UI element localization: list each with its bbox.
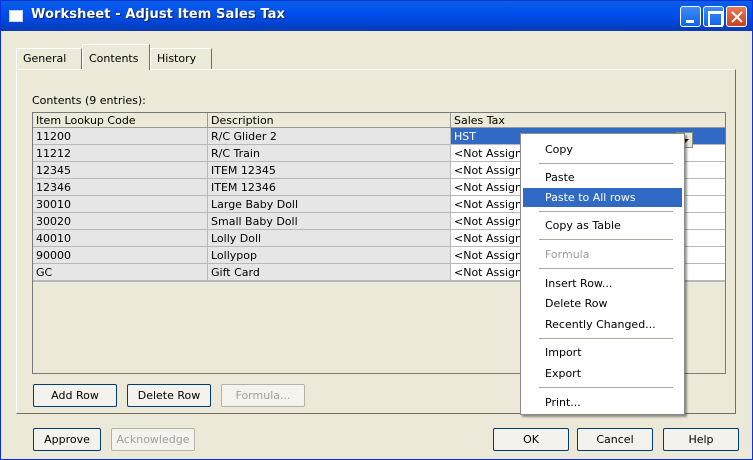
menu-item-paste-to-all-rows[interactable]: Paste to All rows [523, 188, 682, 207]
help-label: Help [688, 433, 714, 446]
minimize-button[interactable] [680, 6, 701, 27]
close-button[interactable] [726, 6, 747, 27]
add-row-button[interactable]: Add Row [33, 384, 117, 407]
menu-item-copy[interactable]: Copy [523, 140, 682, 159]
menu-separator [539, 211, 673, 212]
ok-button[interactable]: OK [493, 428, 569, 451]
menu-item-insert-row[interactable]: Insert Row... [523, 274, 682, 293]
cell-description[interactable]: Large Baby Doll [208, 196, 451, 213]
cell-description[interactable]: Lollypop [208, 247, 451, 264]
tab-contents[interactable]: Contents [82, 44, 150, 70]
menu-item-formula[interactable]: Formula [523, 245, 682, 264]
cell-description[interactable]: Gift Card [208, 264, 451, 281]
tab-general-label: General [23, 52, 67, 65]
cancel-label: Cancel [596, 433, 634, 446]
tab-general[interactable]: General [16, 48, 82, 69]
formula-label: Formula... [235, 389, 291, 402]
context-menu: Copy Paste Paste to All rows Copy as Tab… [520, 133, 685, 415]
ok-label: OK [523, 433, 539, 446]
cell-description[interactable]: Small Baby Doll [208, 213, 451, 230]
tab-contents-label: Contents [89, 52, 139, 65]
cell-description[interactable]: R/C Train [208, 145, 451, 162]
menu-separator [539, 268, 673, 269]
cell-item-code[interactable]: 90000 [33, 247, 208, 264]
cell-description[interactable]: ITEM 12346 [208, 179, 451, 196]
menu-separator [539, 338, 673, 339]
menu-separator [539, 239, 673, 240]
cell-item-code[interactable]: 12345 [33, 162, 208, 179]
maximize-button[interactable] [703, 6, 724, 27]
menu-separator [539, 163, 673, 164]
menu-item-recently-changed[interactable]: Recently Changed... [523, 315, 682, 334]
cell-description[interactable]: R/C Glider 2 [208, 128, 451, 145]
tab-history-label: History [157, 52, 197, 65]
cell-item-code[interactable]: 11200 [33, 128, 208, 145]
header-sales-tax[interactable]: Sales Tax [451, 113, 725, 128]
header-item-lookup-code[interactable]: Item Lookup Code [33, 113, 208, 128]
add-row-label: Add Row [51, 389, 99, 402]
menu-item-paste[interactable]: Paste [523, 168, 682, 187]
cell-item-code[interactable]: 30010 [33, 196, 208, 213]
acknowledge-label: Acknowledge [116, 433, 190, 446]
header-description[interactable]: Description [208, 113, 451, 128]
tab-history[interactable]: History [150, 48, 212, 69]
title-bar[interactable]: Worksheet - Adjust Item Sales Tax [1, 1, 752, 31]
formula-button[interactable]: Formula... [221, 384, 305, 407]
menu-item-export[interactable]: Export [523, 364, 682, 383]
cancel-button[interactable]: Cancel [577, 428, 653, 451]
menu-separator [539, 387, 673, 388]
menu-item-print[interactable]: Print... [523, 393, 682, 412]
cell-description[interactable]: Lolly Doll [208, 230, 451, 247]
menu-item-import[interactable]: Import [523, 343, 682, 362]
cell-item-code[interactable]: 11212 [33, 145, 208, 162]
cell-description[interactable]: ITEM 12345 [208, 162, 451, 179]
approve-label: Approve [44, 433, 90, 446]
cell-item-code[interactable]: 12346 [33, 179, 208, 196]
contents-count-label: Contents (9 entries): [32, 94, 146, 107]
cell-item-code[interactable]: 40010 [33, 230, 208, 247]
menu-item-copy-as-table[interactable]: Copy as Table [523, 216, 682, 235]
delete-row-label: Delete Row [137, 389, 201, 402]
cell-item-code[interactable]: GC [33, 264, 208, 281]
window-icon [9, 10, 23, 22]
menu-item-delete-row[interactable]: Delete Row [523, 294, 682, 313]
help-button[interactable]: Help [663, 428, 739, 451]
acknowledge-button[interactable]: Acknowledge [111, 428, 195, 451]
delete-row-button[interactable]: Delete Row [127, 384, 211, 407]
window-title: Worksheet - Adjust Item Sales Tax [31, 7, 285, 22]
cell-item-code[interactable]: 30020 [33, 213, 208, 230]
approve-button[interactable]: Approve [33, 428, 101, 451]
grid-header: Item Lookup Code Description Sales Tax [33, 113, 725, 128]
